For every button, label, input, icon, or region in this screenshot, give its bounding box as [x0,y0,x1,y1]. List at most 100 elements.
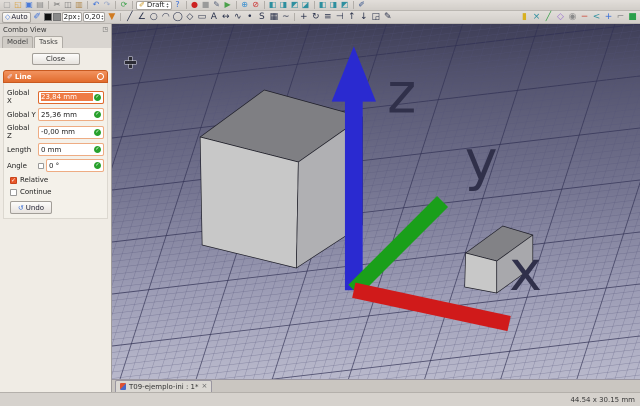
snap-near-icon[interactable]: − [579,11,590,23]
line-color-swatch[interactable] [43,13,52,21]
field-input-global-x[interactable]: 23,84 mm ✓ [38,90,104,104]
snap-special-icon[interactable]: ◇ [555,11,566,23]
toolbar-separator [294,13,296,21]
draft-bezier-icon[interactable]: ~ [280,11,291,23]
view-bottom-icon[interactable]: ◨ [329,0,339,10]
draft-rectangle-icon[interactable]: ▭ [196,11,207,23]
axis-label-y: y [465,129,498,193]
draft-subelement-edit-icon[interactable]: ✎ [382,11,393,23]
close-button[interactable]: Close [31,53,80,65]
snap-intersection-icon[interactable]: × [531,11,542,23]
continue-checkbox[interactable] [10,188,17,196]
snap-grid-icon[interactable]: + [603,11,614,23]
tab-tasks[interactable]: Tasks [34,36,63,48]
redo-icon[interactable]: ↷ [102,0,112,10]
construction-mode-icon[interactable]: ✐ [32,11,43,23]
text-scale-value: 0,20 [84,13,101,21]
small-box-front-face[interactable] [464,252,498,294]
snap-ortho-icon[interactable]: < [591,11,602,23]
print-icon[interactable]: ▤ [35,0,45,10]
field-row-global-y: Global Y 25,36 mm ✓ [7,108,104,121]
field-input-global-z[interactable]: -0,00 mm ✓ [38,125,104,139]
save-document-icon[interactable]: ▣ [24,0,34,10]
snap-dimensions-icon[interactable]: ⌐ [615,11,626,23]
cut-icon[interactable]: ✂ [52,0,62,10]
toolbar-separator [87,1,88,9]
draft-move-icon[interactable]: + [298,11,309,23]
small-box-top-face[interactable] [465,225,534,262]
draft-ellipse-icon[interactable]: ◯ [172,11,183,23]
draft-polygon-icon[interactable]: ◇ [184,11,195,23]
view-top-icon[interactable]: ◩ [290,0,300,10]
macro-stop-icon[interactable]: ■ [201,0,211,10]
field-input-global-y[interactable]: 25,36 mm ✓ [38,108,104,121]
working-plane-button[interactable]: ◇ Auto [2,11,31,23]
macro-execute-icon[interactable]: ▶ [223,0,233,10]
dock-float-icon[interactable]: ◳ [102,26,108,33]
line-width-spinner[interactable]: 2px ▴ ▾ [61,12,82,22]
draft-bspline-icon[interactable]: ∿ [232,11,243,23]
draft-facebinder-icon[interactable]: ▦ [268,11,279,23]
draft-point-icon[interactable]: • [244,11,255,23]
draft-dimension-icon[interactable]: ↔ [220,11,231,23]
whats-this-icon[interactable]: ? [173,0,183,10]
snap-lock-icon[interactable]: ▮ [519,11,530,23]
view-front-icon[interactable]: ◨ [279,0,289,10]
view-rear-icon[interactable]: ◧ [318,0,328,10]
close-tab-icon[interactable]: × [202,383,208,390]
large-cube[interactable] [199,89,363,269]
workbench-selector[interactable]: ✐ Draft ▴ ▾ [136,0,172,10]
tab-model[interactable]: Model [2,36,34,48]
document-tab[interactable]: T09-ejemplo-ini : 1* × [115,380,213,392]
draft-text-icon[interactable]: A [208,11,219,23]
field-input-angle[interactable]: 0 ° ✓ [46,159,104,172]
draft-downgrade-icon[interactable]: ↓ [358,11,369,23]
view-right-icon[interactable]: ◪ [301,0,311,10]
plane-icon: ◇ [5,13,11,21]
paste-icon[interactable]: ▥ [74,0,84,10]
dimension-readout: 44.54 x 30.15 mm [570,395,635,404]
draft-trimex-icon[interactable]: ⊣ [334,11,345,23]
snap-parallel-icon[interactable]: ╱ [543,11,554,23]
text-scale-spinner[interactable]: 0,20 ▴ ▾ [82,12,106,22]
macro-record-icon[interactable]: ● [190,0,200,10]
autogroup-icon[interactable]: ▼ [106,11,117,23]
copy-icon[interactable]: ◫ [63,0,73,10]
view-left-icon[interactable]: ◩ [340,0,350,10]
face-color-swatch[interactable] [52,13,61,21]
snap-working-plane-icon[interactable]: ■ [627,11,638,23]
refresh-icon[interactable]: ⟳ [119,0,129,10]
draft-scale-icon[interactable]: ◲ [370,11,381,23]
large-cube-front-face[interactable] [199,136,299,269]
small-box[interactable] [464,225,534,294]
draft-wire-icon[interactable]: ∠ [136,11,147,23]
draft-line-icon[interactable]: ╱ [124,11,135,23]
angle-lock-checkbox[interactable] [38,162,44,169]
open-document-icon[interactable]: ◱ [13,0,23,10]
stop-operation-icon[interactable]: ⊘ [251,0,261,10]
macro-edit-icon[interactable]: ✎ [212,0,222,10]
snap-center-icon[interactable]: ◉ [567,11,578,23]
small-box-right-face[interactable] [496,234,534,294]
draft-edit-mode-icon[interactable]: ✐ [357,0,367,10]
undo-icon[interactable]: ↶ [91,0,101,10]
new-document-icon[interactable]: ▢ [2,0,12,10]
undo-button[interactable]: ↺ Undo [10,201,52,214]
draft-rotate-icon[interactable]: ↻ [310,11,321,23]
field-input-length[interactable]: 0 mm ✓ [38,143,104,156]
3d-viewport[interactable]: z y x [112,24,640,379]
relative-checkbox[interactable]: ✓ [10,176,17,184]
draft-offset-icon[interactable]: ≡ [322,11,333,23]
draft-shapestring-icon[interactable]: S [256,11,267,23]
snap-toolbar: ▮ × ╱ ◇ ◉ − < + ⌐ ■ [519,11,638,23]
task-header-badge-icon[interactable] [97,73,104,80]
draft-circle-icon[interactable]: ○ [148,11,159,23]
line-task-header: ✐ Line [3,70,108,83]
draft-arc-icon[interactable]: ◠ [160,11,171,23]
large-cube-top-face[interactable] [199,89,363,163]
view-isometric-icon[interactable]: ◧ [268,0,278,10]
large-cube-right-face[interactable] [295,116,363,269]
view-fit-all-icon[interactable]: ⊕ [240,0,250,10]
draft-upgrade-icon[interactable]: ↑ [346,11,357,23]
axis-label-x: x [509,240,542,304]
